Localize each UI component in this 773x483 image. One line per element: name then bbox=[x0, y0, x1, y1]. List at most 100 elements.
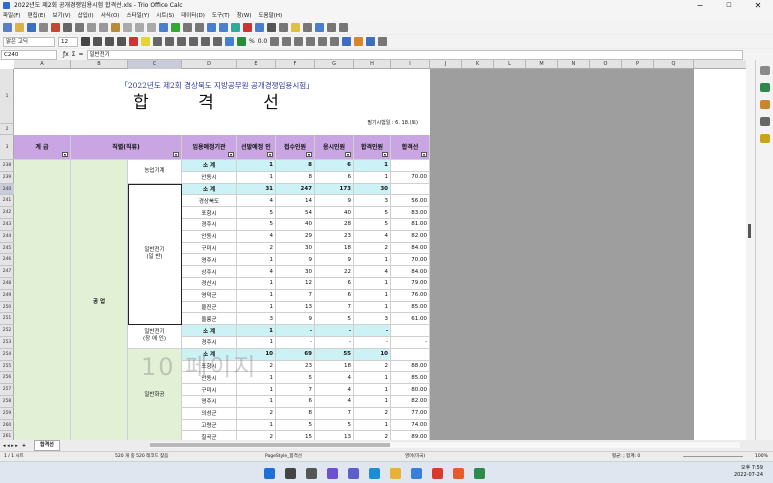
agency-cell[interactable]: 경상북도 bbox=[182, 195, 237, 208]
row-header[interactable]: 248 bbox=[0, 278, 14, 290]
agency-cell[interactable]: 상주시 bbox=[182, 266, 237, 278]
styles-icon[interactable] bbox=[378, 37, 388, 46]
indent-icon[interactable] bbox=[294, 37, 304, 46]
menu-window[interactable]: 창(W) bbox=[237, 11, 252, 21]
row-header[interactable]: 261 bbox=[0, 431, 14, 440]
autofilter-dropdown-icon[interactable]: ▼ bbox=[267, 152, 273, 157]
applied-count-cell[interactable]: 69 bbox=[276, 348, 315, 361]
pivot-icon[interactable] bbox=[255, 23, 264, 32]
selected-count-cell[interactable]: 2 bbox=[237, 407, 276, 420]
attended-count-cell[interactable]: 9 bbox=[315, 195, 354, 208]
save-icon[interactable] bbox=[27, 23, 36, 32]
attended-count-cell[interactable]: - bbox=[315, 337, 354, 349]
grade-merged-cell[interactable] bbox=[14, 160, 71, 440]
applied-count-cell[interactable]: 14 bbox=[276, 195, 315, 208]
applied-count-cell[interactable]: 29 bbox=[276, 230, 315, 243]
strikethrough-icon[interactable] bbox=[117, 37, 126, 46]
agency-cell[interactable]: 안동시 bbox=[182, 230, 237, 243]
applied-count-cell[interactable]: 8 bbox=[276, 171, 315, 184]
selected-count-cell[interactable]: 1 bbox=[237, 325, 276, 337]
align-center-icon[interactable] bbox=[165, 37, 174, 46]
row-header[interactable]: 253 bbox=[0, 337, 14, 349]
align-left-icon[interactable] bbox=[153, 37, 162, 46]
applied-count-cell[interactable]: 8 bbox=[276, 407, 315, 420]
row-header[interactable]: 243 bbox=[0, 219, 14, 231]
functions-icon[interactable] bbox=[759, 134, 770, 143]
attended-count-cell[interactable]: 7 bbox=[315, 407, 354, 420]
selected-count-cell[interactable]: 1 bbox=[237, 396, 276, 408]
selected-count-cell[interactable]: 1 bbox=[237, 278, 276, 290]
selected-count-cell[interactable]: 5 bbox=[237, 219, 276, 231]
attended-count-cell[interactable]: 4 bbox=[315, 396, 354, 408]
cutoff-cell[interactable]: 77.00 bbox=[391, 407, 430, 420]
col-header-o[interactable]: O bbox=[590, 60, 622, 69]
cut-icon[interactable] bbox=[87, 23, 96, 32]
font-size-box[interactable]: 12 bbox=[58, 36, 78, 47]
menu-format[interactable]: 서식(O) bbox=[101, 11, 120, 21]
attended-count-cell[interactable]: 6 bbox=[315, 171, 354, 184]
col-header-k[interactable]: K bbox=[462, 60, 494, 69]
preview-icon[interactable] bbox=[75, 23, 84, 32]
attended-count-cell[interactable]: 55 bbox=[315, 348, 354, 361]
selected-count-cell[interactable]: 1 bbox=[237, 254, 276, 267]
cutoff-cell[interactable]: 70.00 bbox=[391, 171, 430, 184]
col-header-n[interactable]: N bbox=[558, 60, 590, 69]
styles-sidebar-icon[interactable] bbox=[759, 83, 770, 92]
task-view-icon[interactable] bbox=[306, 468, 317, 479]
del-decimal-icon[interactable] bbox=[282, 37, 292, 46]
agency-cell[interactable]: 구미시 bbox=[182, 384, 237, 396]
export-icon[interactable] bbox=[39, 23, 48, 32]
applied-count-cell[interactable]: 7 bbox=[276, 384, 315, 396]
special-char-icon[interactable] bbox=[267, 23, 276, 32]
vertical-scrollbar[interactable] bbox=[746, 60, 755, 440]
applied-count-cell[interactable]: 30 bbox=[276, 266, 315, 278]
passed-count-cell[interactable]: 1 bbox=[354, 396, 391, 408]
attended-count-cell[interactable]: 28 bbox=[315, 219, 354, 231]
menu-edit[interactable]: 편집(E) bbox=[28, 11, 46, 21]
passed-count-cell[interactable]: 2 bbox=[354, 407, 391, 420]
col-header-d[interactable]: D bbox=[182, 60, 237, 69]
col-header-m[interactable]: M bbox=[526, 60, 558, 69]
passed-count-cell[interactable]: 1 bbox=[354, 419, 391, 432]
font-color-icon[interactable] bbox=[129, 37, 138, 46]
passed-count-cell[interactable]: 1 bbox=[354, 160, 391, 172]
cutoff-cell[interactable]: 74.00 bbox=[391, 419, 430, 432]
passed-count-cell[interactable]: - bbox=[354, 325, 391, 337]
passed-count-cell[interactable]: 5 bbox=[354, 219, 391, 231]
applied-count-cell[interactable]: 7 bbox=[276, 289, 315, 302]
col-header-p[interactable]: P bbox=[622, 60, 654, 69]
open-icon[interactable] bbox=[15, 23, 24, 32]
row-header[interactable]: 250 bbox=[0, 302, 14, 314]
spelling-icon[interactable] bbox=[171, 23, 180, 32]
valign-icon[interactable] bbox=[225, 37, 234, 46]
attended-count-cell[interactable]: 5 bbox=[315, 419, 354, 432]
cutoff-cell[interactable]: 89.00 bbox=[391, 431, 430, 440]
agency-cell[interactable]: 소 계 bbox=[182, 325, 237, 337]
passed-count-cell[interactable]: 1 bbox=[354, 301, 391, 314]
cutoff-cell[interactable]: - bbox=[391, 337, 430, 349]
col-header-l[interactable]: L bbox=[494, 60, 526, 69]
passed-count-cell[interactable]: 4 bbox=[354, 230, 391, 243]
attended-count-cell[interactable]: 18 bbox=[315, 242, 354, 255]
autofilter-dropdown-icon[interactable]: ▼ bbox=[306, 152, 312, 157]
applied-count-cell[interactable]: 54 bbox=[276, 207, 315, 219]
border-style-icon[interactable] bbox=[330, 37, 340, 46]
navigator-icon[interactable] bbox=[759, 117, 770, 126]
attended-count-cell[interactable]: 173 bbox=[315, 183, 354, 196]
column-icon[interactable] bbox=[195, 23, 204, 32]
chat-icon[interactable] bbox=[348, 468, 359, 479]
align-right-icon[interactable] bbox=[177, 37, 186, 46]
header-footer-icon[interactable] bbox=[303, 23, 312, 32]
cutoff-cell[interactable] bbox=[391, 325, 430, 337]
attended-count-cell[interactable]: 6 bbox=[315, 160, 354, 172]
zoom-slider[interactable] bbox=[683, 456, 743, 457]
merge-icon[interactable] bbox=[213, 37, 222, 46]
menu-tools[interactable]: 도구(T) bbox=[212, 11, 230, 21]
row-icon[interactable] bbox=[183, 23, 192, 32]
row-header[interactable]: 238 bbox=[0, 160, 14, 172]
applied-count-cell[interactable]: 23 bbox=[276, 360, 315, 373]
agency-cell[interactable]: 경산시 bbox=[182, 278, 237, 290]
hyperlink-icon[interactable] bbox=[279, 23, 288, 32]
attended-count-cell[interactable]: 4 bbox=[315, 372, 354, 385]
cutoff-cell[interactable]: 82.00 bbox=[391, 230, 430, 243]
